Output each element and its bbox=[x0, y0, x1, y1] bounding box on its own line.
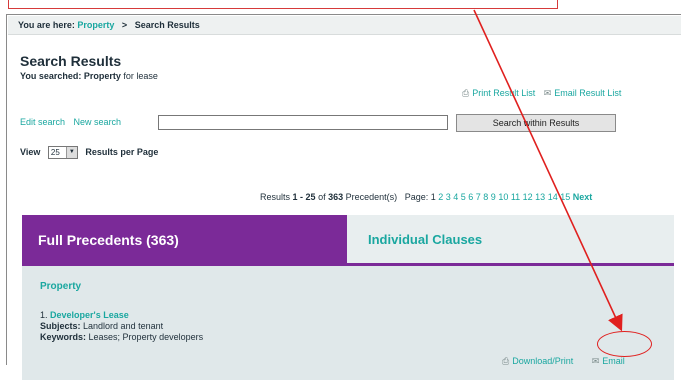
email-result-list-link[interactable]: ✉ Email Result List bbox=[544, 88, 622, 98]
annotation-callout-box bbox=[8, 0, 558, 9]
annotation-highlight-circle bbox=[597, 331, 652, 357]
section-title: Property bbox=[40, 281, 82, 292]
breadcrumb-prefix: You are here: bbox=[18, 20, 75, 30]
entry-keywords: Keywords: Leases; Property developers bbox=[40, 332, 204, 342]
breadcrumb-link-property[interactable]: Property bbox=[77, 20, 114, 30]
next-page-link[interactable]: Next bbox=[573, 192, 593, 202]
new-search-link[interactable]: New search bbox=[74, 117, 122, 127]
search-within-results-button[interactable]: Search within Results bbox=[456, 114, 616, 132]
search-within-input[interactable] bbox=[158, 115, 448, 130]
tab-underline bbox=[22, 263, 674, 266]
tab-full-precedents[interactable]: Full Precedents (363) bbox=[22, 215, 347, 263]
breadcrumb-current: Search Results bbox=[134, 20, 200, 30]
entry-actions: ⎙ Download/Print ✉ Email bbox=[502, 356, 625, 367]
results-per-page-select[interactable]: 25 ▼ bbox=[47, 146, 78, 159]
print-result-list-link[interactable]: ⎙ Print Result List bbox=[462, 88, 535, 98]
printer-icon: ⎙ bbox=[462, 88, 470, 98]
results-per-page-label: Results per Page bbox=[85, 146, 159, 157]
page-title: Search Results bbox=[20, 53, 122, 69]
chevron-down-icon: ▼ bbox=[65, 147, 77, 158]
edit-search-link[interactable]: Edit search bbox=[20, 117, 65, 127]
searched-suffix: for lease bbox=[123, 71, 158, 81]
browser-screenshot: You are here: Property > Search Results … bbox=[6, 14, 681, 380]
envelope-icon: ✉ bbox=[543, 88, 552, 98]
breadcrumb-separator: > bbox=[121, 20, 128, 30]
result-list-actions: ⎙ Print Result List ✉ Email Result List bbox=[462, 88, 627, 99]
searched-term: Property bbox=[83, 71, 121, 81]
view-per-page: View 25 ▼ Results per Page bbox=[20, 146, 158, 159]
results-pagination: Results 1 - 25 of 363 Precedent(s) Page:… bbox=[260, 192, 593, 202]
entry-subjects: Subjects: Landlord and tenant bbox=[40, 321, 164, 331]
view-label: View bbox=[20, 146, 41, 157]
search-summary: You searched: Property for lease bbox=[20, 71, 158, 81]
page-number-links[interactable]: 2 3 4 5 6 7 8 9 10 11 12 13 14 15 bbox=[438, 192, 570, 202]
search-links: Edit search New search bbox=[20, 117, 127, 127]
searched-prefix: You searched: bbox=[20, 71, 82, 81]
breadcrumb: You are here: Property > Search Results bbox=[8, 16, 681, 35]
results-panel: Full Precedents (363) Individual Clauses… bbox=[22, 215, 674, 380]
current-page-number: 1 bbox=[430, 192, 436, 202]
result-entry-title: 1. Developer's Lease bbox=[40, 310, 129, 320]
developers-lease-link[interactable]: Developer's Lease bbox=[50, 310, 129, 320]
tab-individual-clauses[interactable]: Individual Clauses bbox=[347, 215, 674, 263]
